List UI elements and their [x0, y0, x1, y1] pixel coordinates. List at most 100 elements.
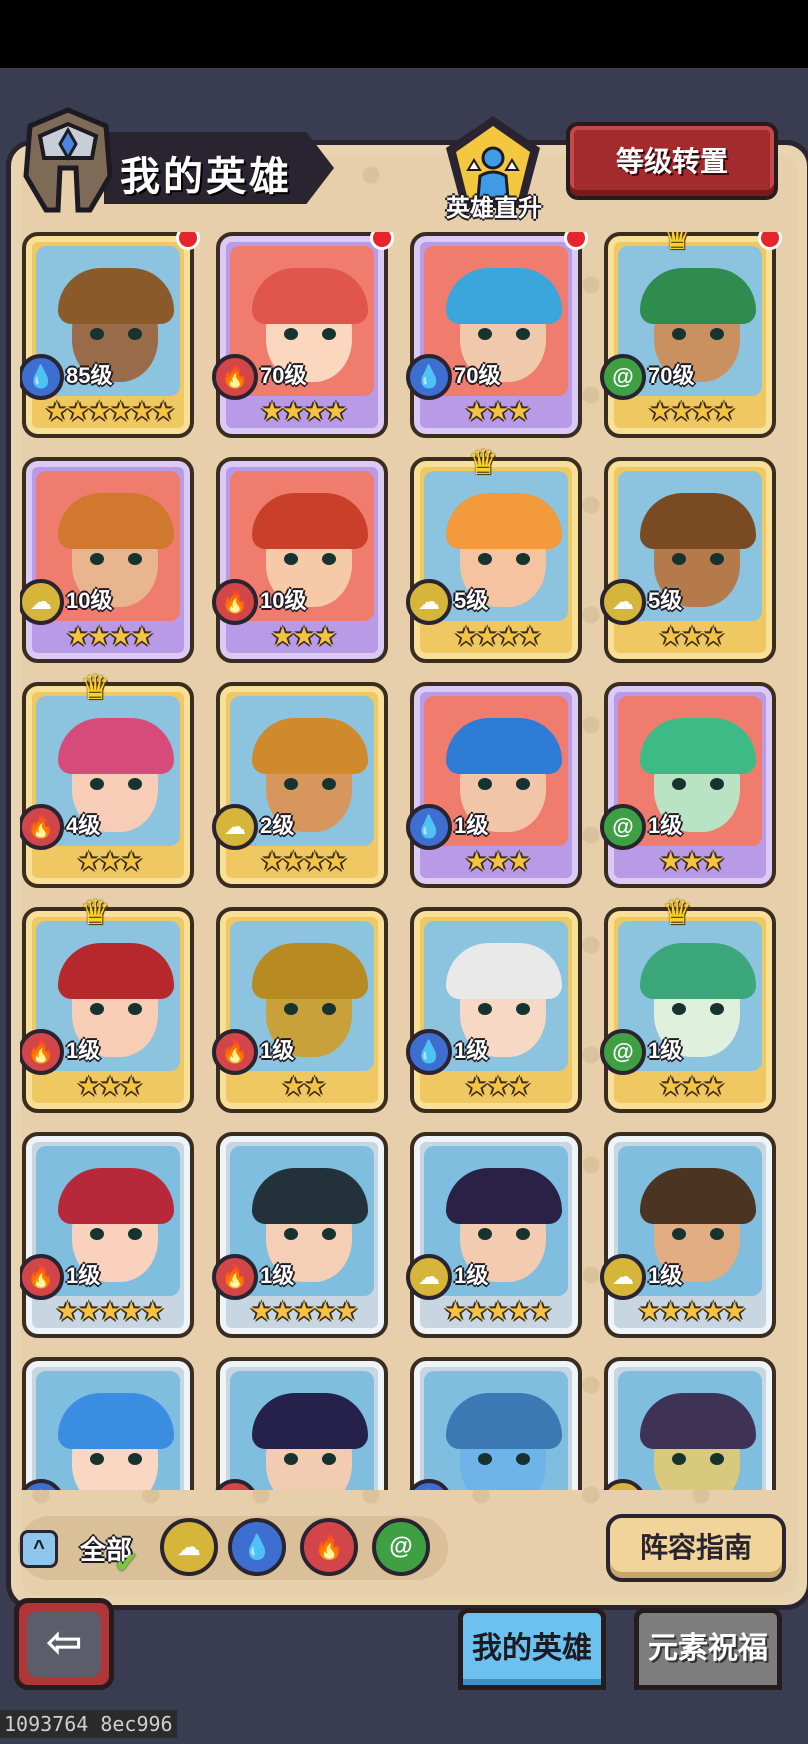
hero-eye	[284, 553, 298, 565]
hero-hair	[640, 718, 756, 774]
hero-eye	[478, 328, 492, 340]
hero-card[interactable]: 🔥 1级 ★★★★★	[212, 1132, 392, 1342]
back-arrow-icon: ⇦	[27, 1611, 101, 1677]
hero-stars: ★★★	[659, 621, 725, 651]
hero-eye	[516, 1453, 530, 1465]
filter-wind-icon[interactable]: @	[372, 1518, 430, 1576]
hero-hair	[446, 1393, 562, 1449]
hero-card[interactable]: ☁ 1级 ★★★★★	[600, 1132, 780, 1342]
hero-card[interactable]: 💧	[406, 1357, 586, 1490]
hero-promote-label: 英雄直升	[446, 195, 542, 222]
filter-earth-icon[interactable]: ☁	[160, 1518, 218, 1576]
hero-card[interactable]: 💧 1级 ★★★	[406, 907, 586, 1117]
hero-eye	[672, 328, 686, 340]
crown-icon: ♛	[662, 894, 693, 932]
hero-card[interactable]: 🔥 70级 ★★★★	[212, 232, 394, 442]
back-button[interactable]: ⇦	[14, 1598, 114, 1690]
hero-hair	[252, 268, 368, 324]
wind-element-icon: @	[600, 804, 646, 850]
hero-card[interactable]: 💧	[20, 1357, 198, 1490]
hero-stars: ★★★★	[260, 396, 347, 426]
hero-card[interactable]: ☁ 5级 ★★★★ ♛	[406, 444, 586, 667]
hero-stars: ★★★	[271, 621, 337, 651]
hero-hair	[58, 268, 174, 324]
water-element-icon: 💧	[406, 804, 452, 850]
hero-eye	[90, 1453, 104, 1465]
hero-hair	[252, 718, 368, 774]
hero-card[interactable]: @70级 ★★★★ ♛	[600, 232, 782, 442]
hero-eye	[128, 553, 142, 565]
hero-card[interactable]: 💧 70级 ★★★	[406, 232, 588, 442]
notification-dot	[564, 232, 588, 250]
hero-level: 1级	[454, 813, 489, 838]
hero-eye	[284, 1453, 298, 1465]
hero-stars: ★★★★	[66, 621, 153, 651]
water-element-icon: 💧	[406, 354, 452, 400]
hero-stars: ★★★★★	[443, 1296, 553, 1326]
hero-eye	[128, 778, 142, 790]
hero-level: 1级	[260, 1263, 295, 1288]
hero-hair	[58, 943, 174, 999]
chevron-up-icon[interactable]: ^	[20, 1530, 58, 1568]
earth-element-icon: ☁	[20, 579, 64, 625]
checkmark-icon: ✔	[114, 1547, 140, 1580]
hero-portrait	[230, 1371, 374, 1490]
hero-card[interactable]: 💧 1级 ★★★	[406, 682, 586, 892]
hero-card[interactable]: ☁ 10级 ★★★★	[20, 457, 198, 667]
hero-card[interactable]: ☁	[600, 1357, 780, 1490]
hero-hair	[640, 268, 756, 324]
hero-hair	[252, 1393, 368, 1449]
filter-all-button[interactable]: 全部 ✔	[80, 1524, 144, 1580]
lineup-guide-button[interactable]: 阵容指南	[606, 1514, 786, 1582]
hero-eye	[672, 1228, 686, 1240]
level-reset-button[interactable]: 等级转置	[566, 122, 778, 200]
hero-card[interactable]: 🔥 1级 ★★	[212, 907, 392, 1117]
tab-element-blessing[interactable]: 元素祝福	[634, 1608, 782, 1690]
hero-card[interactable]: ☁ 5级 ★★★	[600, 457, 780, 667]
hero-card[interactable]: 🔥	[212, 1357, 392, 1490]
hero-hair	[640, 1393, 756, 1449]
hero-grid[interactable]: 💧 85级 ★★★★★★ 🔥 70级 ★★★★ 💧 70级 ★★★ @70级 ★★★★ ♛ ☁ 10级 ★★…	[20, 232, 790, 1490]
hero-eye	[710, 1003, 724, 1015]
hero-level: 85级	[66, 363, 113, 388]
hero-card[interactable]: ☁ 2级 ★★★★	[212, 682, 392, 892]
hero-card-frame	[216, 1357, 388, 1490]
hero-card[interactable]: 💧 85级 ★★★★★★	[20, 232, 200, 442]
hero-eye	[128, 328, 142, 340]
wind-element-icon: @	[600, 1029, 646, 1075]
hero-level: 1级	[66, 1263, 101, 1288]
hero-eye	[672, 553, 686, 565]
hero-hair	[58, 718, 174, 774]
hero-eye	[322, 1003, 336, 1015]
earth-element-icon: ☁	[406, 1254, 452, 1300]
hero-card[interactable]: @1级 ★★★ ♛	[600, 894, 780, 1117]
hero-card[interactable]: ☁ 1级 ★★★★★	[406, 1132, 586, 1342]
earth-element-icon: ☁	[600, 579, 646, 625]
hero-eye	[284, 778, 298, 790]
hero-card[interactable]: 🔥 1级 ★★★ ♛	[20, 894, 198, 1117]
hero-eye	[672, 1453, 686, 1465]
hero-card[interactable]: 🔥 1级 ★★★★★	[20, 1132, 198, 1342]
hero-hair	[252, 943, 368, 999]
hero-stars: ★★★	[465, 846, 531, 876]
fire-element-icon: 🔥	[212, 579, 258, 625]
tab-my-heroes[interactable]: 我的英雄	[458, 1608, 606, 1690]
hero-level: 1级	[66, 1038, 101, 1063]
hero-level: 1级	[454, 1038, 489, 1063]
hero-eye	[516, 553, 530, 565]
fire-element-icon: 🔥	[212, 1029, 258, 1075]
hero-eye	[516, 778, 530, 790]
hero-eye	[90, 328, 104, 340]
crown-icon: ♛	[80, 894, 111, 932]
filter-fire-icon[interactable]: 🔥	[300, 1518, 358, 1576]
hero-stars: ★★★★★	[55, 1296, 165, 1326]
hero-eye	[710, 778, 724, 790]
filter-water-icon[interactable]: 💧	[228, 1518, 286, 1576]
hero-eye	[516, 328, 530, 340]
hero-card[interactable]: 🔥 4级 ★★★ ♛	[20, 669, 198, 892]
hero-card[interactable]: @1级 ★★★	[600, 682, 780, 892]
hero-level: 10级	[260, 588, 307, 613]
hero-eye	[478, 1453, 492, 1465]
hero-level: 5级	[454, 588, 489, 613]
hero-card[interactable]: 🔥 10级 ★★★	[212, 457, 392, 667]
